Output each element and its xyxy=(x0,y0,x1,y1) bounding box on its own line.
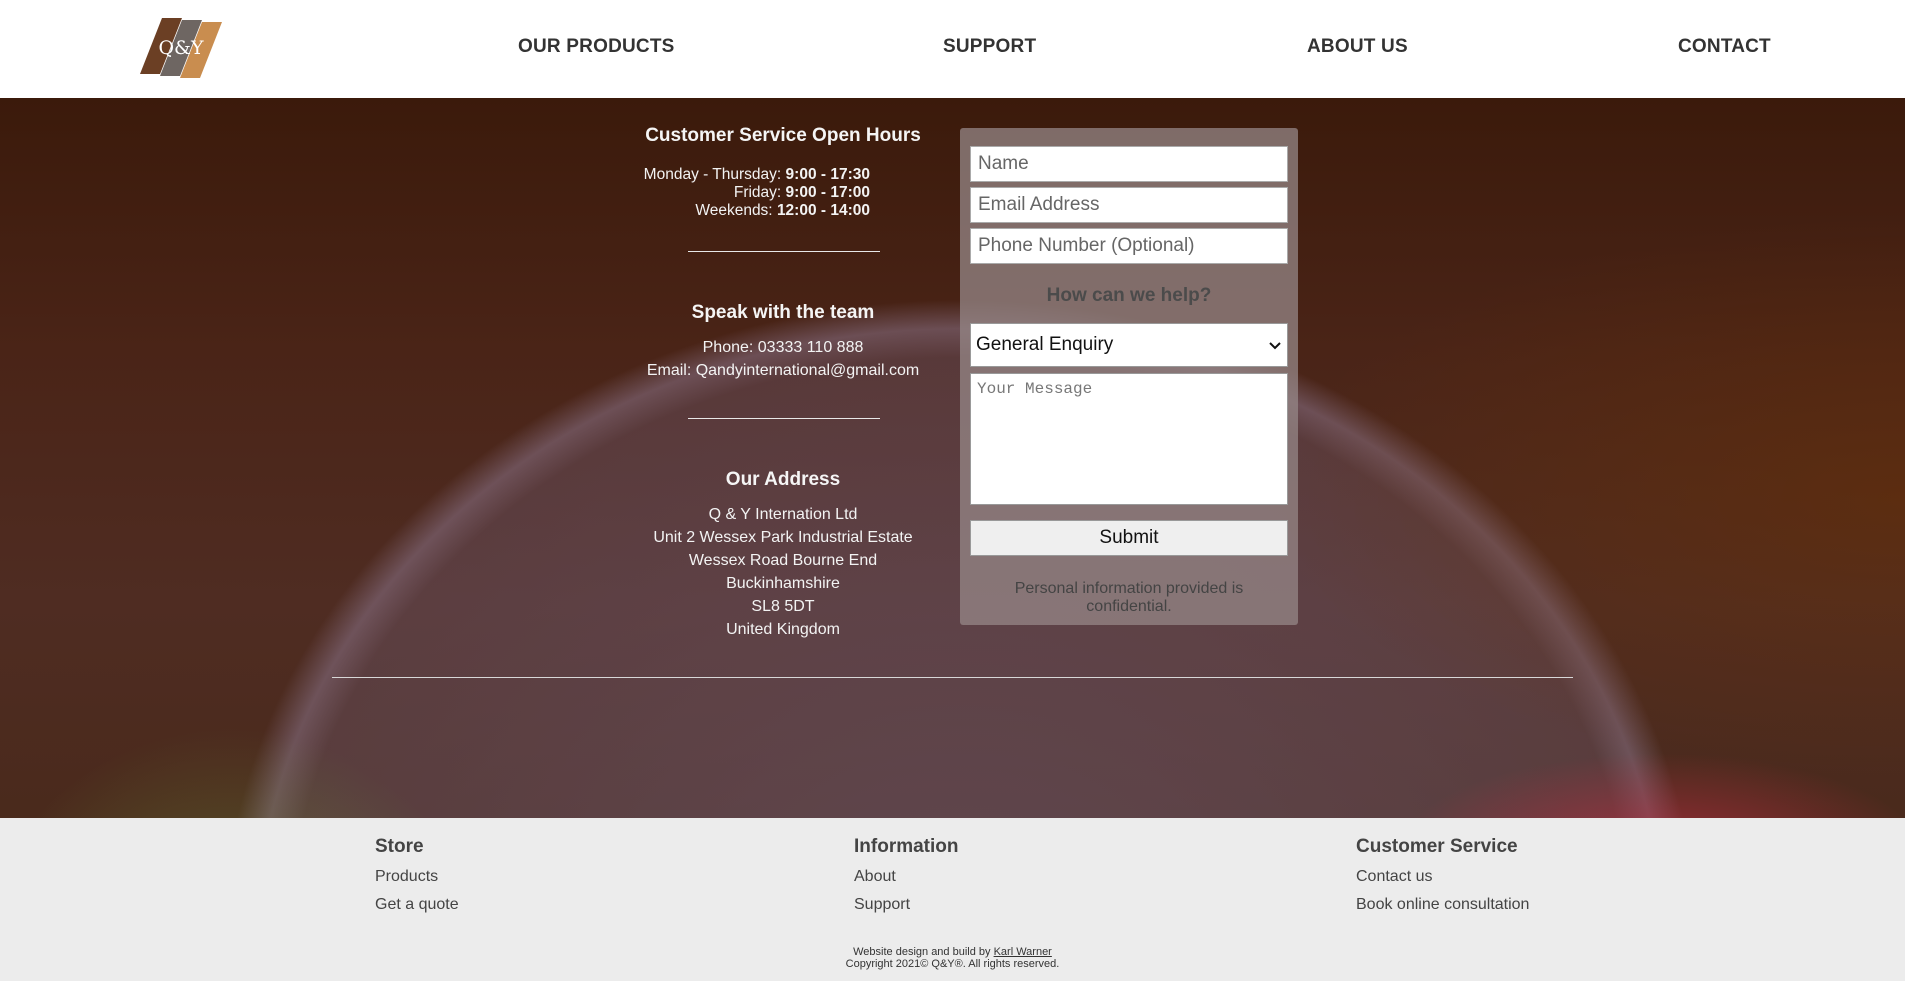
address-section: Our Address Q & Y Internation Ltd Unit 2… xyxy=(612,469,954,641)
address-line: Wessex Road Bourne End xyxy=(688,552,878,569)
team-heading: Speak with the team xyxy=(691,302,875,323)
footer-link-products[interactable]: Products xyxy=(375,867,459,886)
footer-link-contact-us[interactable]: Contact us xyxy=(1356,867,1529,886)
hours-day: Monday - Thursday: xyxy=(643,166,786,183)
chevron-down-icon xyxy=(1269,335,1281,357)
phone-input[interactable]: Phone Number (Optional) xyxy=(970,228,1288,264)
nav-our-products[interactable]: OUR PRODUCTS xyxy=(518,36,675,58)
credit-text: Website design and build by xyxy=(853,946,994,958)
nav-contact[interactable]: CONTACT xyxy=(1678,36,1771,58)
contact-hero: Customer Service Open Hours Monday - Thu… xyxy=(0,98,1905,818)
email-input[interactable]: Email Address xyxy=(970,187,1288,223)
nav-support[interactable]: SUPPORT xyxy=(943,36,1036,58)
hours-row: Monday - Thursday: 9:00 - 17:30 xyxy=(612,166,870,184)
team-phone: Phone: 03333 110 888 xyxy=(702,339,864,356)
footer-heading: Store xyxy=(375,836,424,857)
team-section: Speak with the team Phone: 03333 110 888… xyxy=(612,302,954,382)
copyright-text: Copyright 2021© Q&Y®. All rights reserve… xyxy=(845,958,1060,970)
footer-link-get-a-quote[interactable]: Get a quote xyxy=(375,895,459,914)
hours-time: 9:00 - 17:00 xyxy=(785,184,870,201)
site-header: Q&Y OUR PRODUCTS SUPPORT ABOUT US CONTAC… xyxy=(0,0,1905,98)
hours-row: Weekends: 12:00 - 14:00 xyxy=(612,202,870,220)
hours-row: Friday: 9:00 - 17:00 xyxy=(612,184,870,202)
content-divider xyxy=(332,677,1573,678)
confidential-note: Personal information provided is confide… xyxy=(1014,580,1244,615)
hours-time: 12:00 - 14:00 xyxy=(776,202,870,219)
logo-graphic: Q&Y xyxy=(140,18,222,78)
submit-button[interactable]: Submit xyxy=(970,520,1288,556)
contact-form: Name Email Address Phone Number (Optiona… xyxy=(960,128,1298,625)
hours-list: Monday - Thursday: 9:00 - 17:30 Friday: … xyxy=(612,166,870,220)
footer-credit: Website design and build by Karl Warner … xyxy=(0,946,1905,970)
author-link[interactable]: Karl Warner xyxy=(994,946,1052,958)
site-footer: Store Products Get a quote Information A… xyxy=(0,818,1905,981)
footer-heading: Information xyxy=(854,836,959,857)
address-line: Buckinhamshire xyxy=(726,575,840,592)
footer-column-customer-service: Customer Service Contact us Book online … xyxy=(1356,836,1529,923)
footer-link-about[interactable]: About xyxy=(854,867,959,886)
hours-heading: Customer Service Open Hours xyxy=(645,125,921,146)
address-line: SL8 5DT xyxy=(751,598,815,615)
name-input[interactable]: Name xyxy=(970,146,1288,182)
address-line: United Kingdom xyxy=(726,621,840,638)
section-divider xyxy=(688,251,880,252)
footer-column-store: Store Products Get a quote xyxy=(375,836,459,923)
address-line: Q & Y Internation Ltd xyxy=(708,506,858,523)
address-heading: Our Address xyxy=(725,469,841,490)
message-textarea[interactable]: Your Message xyxy=(970,373,1288,505)
footer-heading: Customer Service xyxy=(1356,836,1518,857)
hours-time: 9:00 - 17:30 xyxy=(785,166,870,183)
hours-section: Customer Service Open Hours xyxy=(612,125,954,147)
address-line: Unit 2 Wessex Park Industrial Estate xyxy=(653,529,913,546)
enquiry-type-select[interactable]: General Enquiry xyxy=(970,323,1288,367)
footer-link-support[interactable]: Support xyxy=(854,895,959,914)
footer-link-book-consultation[interactable]: Book online consultation xyxy=(1356,895,1529,914)
hours-day: Friday: xyxy=(733,184,786,201)
footer-column-information: Information About Support xyxy=(854,836,959,923)
section-divider xyxy=(688,418,880,419)
help-heading: How can we help? xyxy=(1046,285,1212,306)
svg-text:Q&Y: Q&Y xyxy=(158,37,203,59)
site-logo[interactable]: Q&Y xyxy=(140,16,240,80)
select-value: General Enquiry xyxy=(976,334,1114,355)
nav-about-us[interactable]: ABOUT US xyxy=(1307,36,1408,58)
team-email: Email: Qandyinternational@gmail.com xyxy=(646,362,920,379)
hours-day: Weekends: xyxy=(695,202,777,219)
